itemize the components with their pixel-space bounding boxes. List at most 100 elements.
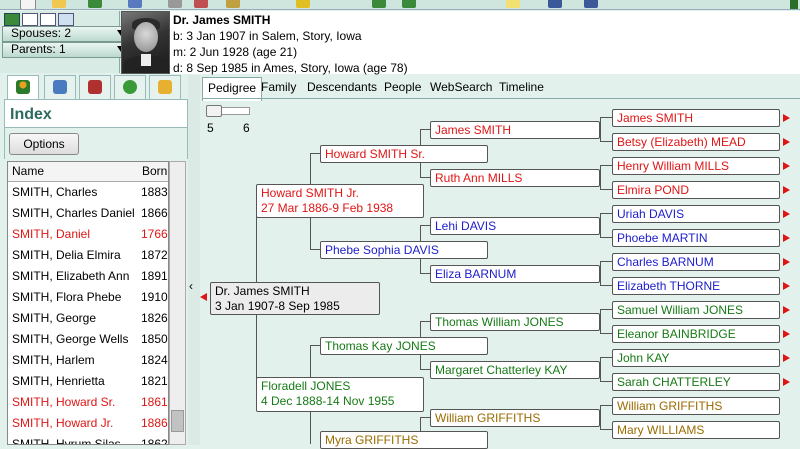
pedigree-mother-box[interactable]: Floradell JONES 4 Dec 1888-14 Nov 1955	[256, 377, 424, 412]
pedigree-gen5-box[interactable]: Charles BARNUM	[612, 253, 780, 271]
column-header-name[interactable]: Name	[8, 162, 143, 182]
pedigree-gen4-box[interactable]: Margaret Chatterley KAY	[430, 361, 600, 379]
index-scrollbar[interactable]	[169, 161, 186, 445]
chart-icon[interactable]	[194, 0, 208, 8]
shield-icon[interactable]	[296, 0, 310, 8]
facebook-icon[interactable]	[548, 0, 562, 8]
pedigree-gen5-box[interactable]: James SMITH	[612, 109, 780, 127]
list-item[interactable]: SMITH, Howard Sr. 1861	[8, 392, 168, 413]
expand-ancestor-arrow-icon[interactable]	[783, 186, 790, 194]
pedigree-gen4-box[interactable]: Eliza BARNUM	[430, 265, 600, 283]
books-icon	[88, 80, 102, 94]
tab-descendants[interactable]: Descendants	[302, 77, 382, 98]
generations-slider-thumb[interactable]	[206, 105, 222, 117]
expand-ancestor-arrow-icon[interactable]	[783, 306, 790, 314]
pedigree-gen5-box[interactable]: John KAY	[612, 349, 780, 367]
pedigree-gen4-box[interactable]: Thomas William JONES	[430, 313, 600, 331]
list-item-born: 1866	[141, 206, 168, 220]
notes-icon[interactable]	[22, 13, 38, 26]
tab-index[interactable]	[7, 75, 39, 101]
pedigree-gen4-box[interactable]: Ruth Ann MILLS	[430, 169, 600, 187]
pedigree-gen5-box[interactable]: Phoebe MARTIN	[612, 229, 780, 247]
scrollbar-thumb[interactable]	[171, 410, 184, 432]
tab-sources[interactable]	[79, 75, 111, 99]
panel-splitter[interactable]	[188, 75, 200, 445]
main-toolbar	[0, 0, 800, 10]
tab-timeline[interactable]: Timeline	[494, 77, 549, 98]
pedigree-gen5-box[interactable]: Sarah CHATTERLEY	[612, 373, 780, 391]
expand-ancestor-arrow-icon[interactable]	[783, 378, 790, 386]
tab-family[interactable]: Family	[256, 77, 301, 98]
pedigree-gen5-box[interactable]: Mary WILLIAMS	[612, 421, 780, 439]
pedigree-gen4-box[interactable]: William GRIFFITHS	[430, 409, 600, 427]
tab-media[interactable]	[149, 75, 181, 99]
pedigree-gen5-box[interactable]: Uriah DAVIS	[612, 205, 780, 223]
pedigree-gen3-box[interactable]: Thomas Kay JONES	[320, 337, 488, 355]
report-icon[interactable]	[402, 0, 416, 8]
list-item[interactable]: SMITH, Howard Jr. 1886	[8, 413, 168, 434]
expand-ancestor-arrow-icon[interactable]	[783, 210, 790, 218]
pedigree-gen3-box[interactable]: Myra GRIFFITHS	[320, 431, 488, 449]
list-item[interactable]: SMITH, Charles Daniel 1866	[8, 203, 168, 224]
tree-icon[interactable]	[4, 13, 20, 26]
individual-icon	[16, 80, 30, 94]
pedigree-root-box[interactable]: Dr. James SMITH 3 Jan 1907-8 Sep 1985	[210, 282, 380, 315]
new-file-icon[interactable]	[20, 0, 36, 9]
navigate-child-arrow-icon[interactable]	[200, 293, 207, 301]
person-photo[interactable]	[121, 11, 170, 74]
column-header-born[interactable]: Born	[138, 162, 168, 182]
pedigree-gen5-box[interactable]: Elmira POND	[612, 181, 780, 199]
list-item-born: 1862	[141, 437, 168, 445]
search-icon[interactable]	[168, 0, 182, 8]
pedigree-gen3-box[interactable]: Howard SMITH Sr.	[320, 145, 488, 163]
expand-ancestor-arrow-icon[interactable]	[783, 162, 790, 170]
toolbar-overflow-icon[interactable]	[790, 0, 798, 9]
list-item[interactable]: SMITH, Henrietta 1821	[8, 371, 168, 392]
list-item[interactable]: SMITH, George 1826	[8, 308, 168, 329]
tab-history[interactable]	[114, 75, 146, 99]
sources-icon[interactable]	[40, 13, 56, 26]
options-button[interactable]: Options	[9, 133, 79, 155]
note-icon[interactable]	[506, 0, 520, 8]
expand-ancestor-arrow-icon[interactable]	[783, 282, 790, 290]
tab-people[interactable]: People	[379, 77, 426, 98]
spouses-dropdown[interactable]: Spouses: 2	[2, 26, 130, 42]
pedigree-father-box[interactable]: Howard SMITH Jr. 27 Mar 1886-9 Feb 1938	[256, 184, 424, 218]
list-item[interactable]: SMITH, Elizabeth Ann 1891	[8, 266, 168, 287]
list-item[interactable]: SMITH, George Wells 1850	[8, 329, 168, 350]
list-item[interactable]: SMITH, Daniel 1766	[8, 224, 168, 245]
pedigree-gen5-box[interactable]: Henry William MILLS	[612, 157, 780, 175]
list-item[interactable]: SMITH, Hyrum Silas 1862	[8, 434, 168, 445]
list-item[interactable]: SMITH, Flora Phebe 1910	[8, 287, 168, 308]
expand-ancestor-arrow-icon[interactable]	[783, 114, 790, 122]
pedigree-gen4-box[interactable]: Lehi DAVIS	[430, 217, 600, 235]
add-person-icon[interactable]	[88, 0, 102, 8]
collapse-left-icon[interactable]: ‹	[189, 280, 193, 292]
birth-info: b: 3 Jan 1907 in Salem, Story, Iowa	[173, 29, 362, 43]
list-item[interactable]: SMITH, Delia Elmira 1872	[8, 245, 168, 266]
parents-dropdown[interactable]: Parents: 1	[2, 42, 130, 58]
expand-ancestor-arrow-icon[interactable]	[783, 354, 790, 362]
edit-icon[interactable]	[128, 0, 142, 8]
list-item[interactable]: SMITH, Charles 1883	[8, 182, 168, 203]
pedigree-gen5-box[interactable]: Elizabeth THORNE	[612, 277, 780, 295]
pedigree-gen5-box[interactable]: Eleanor BAINBRIDGE	[612, 325, 780, 343]
media-icon[interactable]	[58, 13, 74, 26]
expand-ancestor-arrow-icon[interactable]	[783, 138, 790, 146]
expand-ancestor-arrow-icon[interactable]	[783, 234, 790, 242]
pedigree-gen5-box[interactable]: Samuel William JONES	[612, 301, 780, 319]
tab-websearch[interactable]: WebSearch	[425, 77, 497, 98]
list-item[interactable]: SMITH, Harlem 1824	[8, 350, 168, 371]
pedigree-gen5-box[interactable]: William GRIFFITHS	[612, 397, 780, 415]
expand-ancestor-arrow-icon[interactable]	[783, 258, 790, 266]
list-item-born: 1821	[141, 374, 168, 388]
tab-families[interactable]	[44, 75, 76, 99]
help-icon[interactable]	[584, 0, 598, 8]
globe-icon[interactable]	[372, 0, 386, 8]
pedigree-gen5-box[interactable]: Betsy (Elizabeth) MEAD	[612, 133, 780, 151]
expand-ancestor-arrow-icon[interactable]	[783, 330, 790, 338]
pedigree-gen4-box[interactable]: James SMITH	[430, 121, 600, 139]
pedigree-gen3-box[interactable]: Phebe Sophia DAVIS	[320, 241, 488, 259]
open-folder-icon[interactable]	[52, 0, 66, 8]
tools-icon[interactable]	[226, 0, 240, 8]
